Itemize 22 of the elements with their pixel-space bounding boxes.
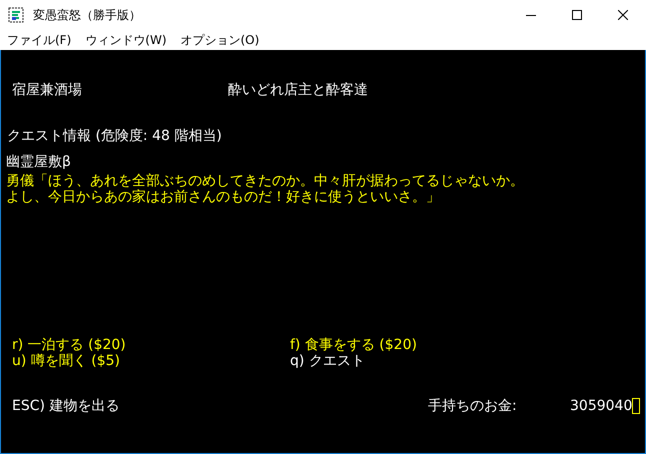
menu-option[interactable]: f) 食事をする ($20)	[290, 337, 645, 353]
menu-option[interactable]: q) クエスト	[290, 353, 645, 369]
menu-item[interactable]: ウィンドウ(W)	[78, 30, 174, 50]
dialogue-line: よし、今日からあの家はお前さんのものだ！好きに使うといいさ。」	[6, 189, 440, 205]
menu-item[interactable]: オプション(O)	[174, 30, 266, 50]
menu-option[interactable]: u) 噂を聞く ($5)	[12, 353, 290, 369]
close-icon	[618, 10, 628, 20]
exit-option[interactable]: ESC) 建物を出る	[12, 398, 428, 414]
quest-info: クエスト情報 (危険度: 48 階相当)	[7, 128, 222, 144]
building-name: 宿屋兼酒場	[12, 82, 83, 98]
money-label: 手持ちのお金:	[428, 398, 518, 414]
dialogue-line: 勇儀「ほう、あれを全部ぶちのめしてきたのか。中々肝が据わってるじゃないか。	[6, 173, 524, 189]
menu-option[interactable]: r) 一泊する ($20)	[12, 337, 290, 353]
window-title: 変愚蛮怒（勝手版）	[33, 7, 141, 24]
maximize-icon	[572, 10, 582, 20]
app-icon	[8, 7, 24, 23]
minimize-icon	[526, 14, 536, 16]
owner-name: 酔いどれ店主と酔客達	[228, 82, 368, 98]
quest-name: 幽霊屋敷β	[6, 154, 71, 170]
money-amount: 3059040	[570, 398, 632, 414]
cursor-icon	[632, 398, 640, 414]
menu-item[interactable]: ファイル(F)	[0, 30, 78, 50]
